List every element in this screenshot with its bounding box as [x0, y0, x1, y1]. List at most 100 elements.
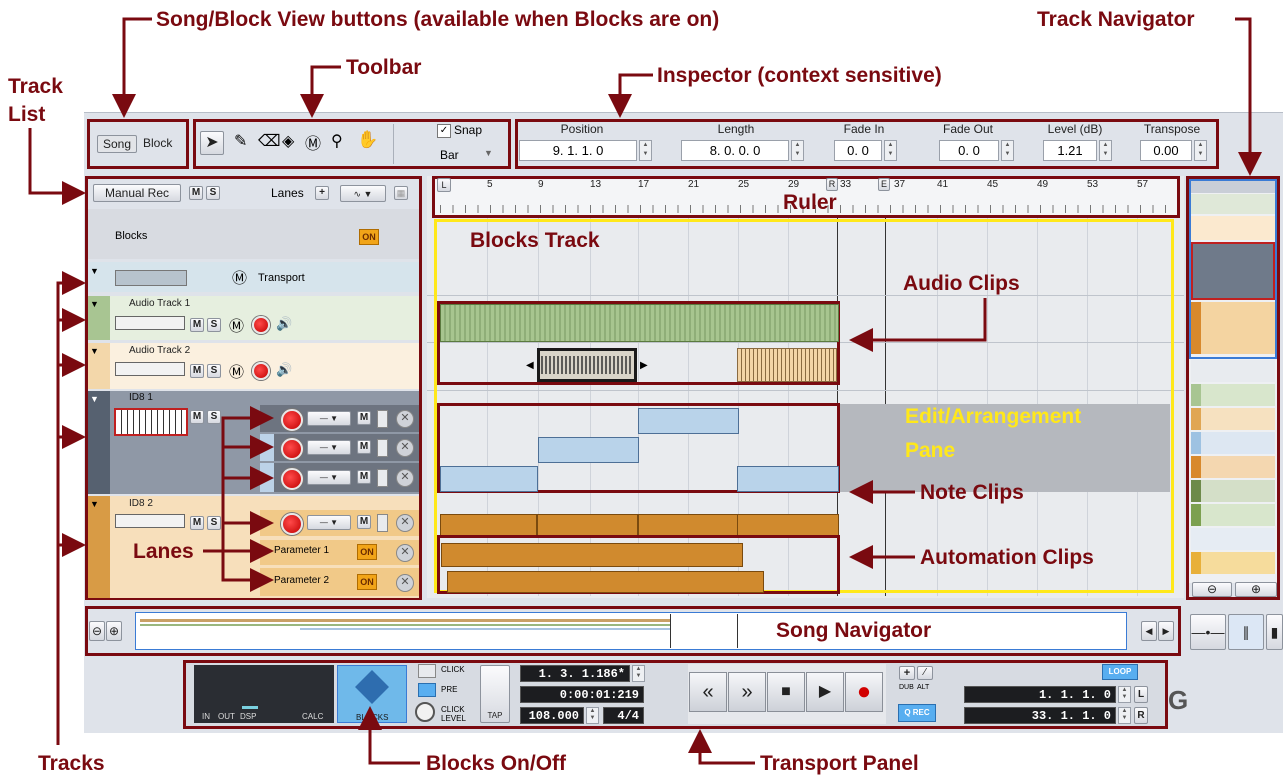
loop-left-button[interactable]: L: [1134, 686, 1148, 703]
loop-left-display[interactable]: 1. 1. 1. 0: [964, 686, 1116, 703]
volume-fader[interactable]: [115, 316, 185, 330]
nav-viewport[interactable]: [1189, 179, 1277, 359]
song-nav-left-icon[interactable]: ◀: [1141, 621, 1157, 641]
inspector-length-field[interactable]: 8. 0. 0. 0: [681, 140, 789, 161]
lane-record-button[interactable]: [281, 438, 303, 460]
song-view-button[interactable]: Song: [97, 135, 137, 153]
stop-button[interactable]: ■: [767, 672, 805, 712]
mute-button[interactable]: M: [190, 516, 204, 530]
song-nav-zoom-out-icon[interactable]: ⊖: [89, 621, 105, 641]
lanes-add-button[interactable]: +: [315, 186, 329, 200]
fast-forward-button[interactable]: »: [728, 672, 766, 712]
lane-level[interactable]: [377, 410, 388, 428]
inspector-transpose-field[interactable]: 0.00: [1140, 140, 1192, 161]
block-view-button[interactable]: Block: [143, 136, 172, 150]
param-1-on-badge[interactable]: ON: [357, 544, 377, 560]
nav-zoom-in-icon[interactable]: ⊕: [1235, 582, 1277, 597]
tempo-spinner[interactable]: ▲ ▼: [586, 707, 599, 724]
loop-toggle-button[interactable]: LOOP: [1102, 664, 1138, 680]
mute-button[interactable]: M: [190, 410, 204, 424]
fade-in-spinner[interactable]: ▲ ▼: [884, 140, 897, 161]
lane-record-button[interactable]: [281, 468, 303, 490]
solo-button[interactable]: S: [207, 364, 221, 378]
lane-record-button[interactable]: [281, 409, 303, 431]
length-spinner[interactable]: ▲ ▼: [791, 140, 804, 161]
zoom-tool-icon[interactable]: ⚲: [331, 131, 343, 151]
lane-level[interactable]: [377, 439, 388, 457]
lane-mute-button[interactable]: M: [357, 470, 371, 484]
note-clip-2[interactable]: [538, 437, 639, 463]
lane-input-select[interactable]: — ▼: [307, 411, 351, 426]
lane-remove-icon[interactable]: ✕: [396, 469, 414, 487]
lane-remove-icon[interactable]: ✕: [396, 410, 414, 428]
loop-right-marker[interactable]: R: [826, 178, 838, 191]
lane-record-button[interactable]: [281, 513, 303, 535]
lanes-mode-select[interactable]: ∿ ▼: [340, 185, 386, 202]
lane-remove-icon[interactable]: ✕: [396, 439, 414, 457]
lane-level[interactable]: [377, 514, 388, 532]
expand-arrow-icon[interactable]: ▼: [90, 299, 99, 309]
param-1-remove-icon[interactable]: ✕: [396, 544, 414, 562]
snap-dropdown-icon[interactable]: ▼: [484, 148, 493, 158]
paint-tool-icon[interactable]: ◈: [282, 131, 294, 151]
loop-right-spinner[interactable]: ▲ ▼: [1118, 707, 1131, 724]
input-monitor-icon[interactable]: Ⓜ: [229, 315, 244, 336]
lane-mute-button[interactable]: M: [357, 515, 371, 529]
volume-fader[interactable]: [115, 362, 185, 376]
song-nav-visible-range[interactable]: [140, 614, 671, 648]
id8-1-name[interactable]: ID8 1: [129, 392, 153, 403]
automation-clip-1[interactable]: [441, 543, 743, 567]
hand-tool-icon[interactable]: ✋: [357, 130, 378, 150]
song-nav-zoom-in-icon[interactable]: ⊕: [106, 621, 122, 641]
global-mute-button[interactable]: M: [189, 186, 203, 200]
tap-tempo-button[interactable]: TAP: [480, 665, 510, 723]
automation-clip-2[interactable]: [447, 571, 764, 593]
transport-mini-controls[interactable]: [115, 270, 187, 286]
audio-clip-1[interactable]: [440, 304, 839, 342]
param-2-remove-icon[interactable]: ✕: [396, 574, 414, 592]
waveform-zoom-medium-icon[interactable]: ∥: [1228, 614, 1264, 650]
eraser-tool-icon[interactable]: ⌫: [258, 131, 281, 151]
marker-tool-icon[interactable]: Ⓜ: [305, 130, 321, 154]
solo-button[interactable]: S: [207, 318, 221, 332]
click-toggle[interactable]: [418, 664, 436, 678]
lane-input-select[interactable]: — ▼: [307, 515, 351, 530]
loop-left-marker[interactable]: L: [437, 178, 451, 192]
mute-button[interactable]: M: [190, 318, 204, 332]
manual-rec-button[interactable]: Manual Rec: [93, 184, 181, 202]
record-arm-button[interactable]: [252, 362, 270, 380]
lanes-grid-icon[interactable]: ▦: [394, 186, 408, 200]
time-signature-display[interactable]: 4/4: [603, 707, 644, 724]
blocks-on-badge[interactable]: ON: [359, 229, 379, 245]
inspector-fade-in-field[interactable]: 0. 0: [834, 140, 882, 161]
nav-zoom-out-icon[interactable]: ⊖: [1192, 582, 1232, 597]
volume-fader[interactable]: [115, 514, 185, 528]
position-display[interactable]: 1. 3. 1.186*: [520, 665, 630, 682]
mute-button[interactable]: M: [190, 364, 204, 378]
loop-right-display[interactable]: 33. 1. 1. 0: [964, 707, 1116, 724]
transpose-spinner[interactable]: ▲ ▼: [1194, 140, 1207, 161]
level-spinner[interactable]: ▲ ▼: [1099, 140, 1112, 161]
inspector-level-field[interactable]: 1.21: [1043, 140, 1097, 161]
record-arm-button[interactable]: [252, 316, 270, 334]
tempo-display[interactable]: 108.000: [520, 707, 584, 724]
waveform-zoom-small-icon[interactable]: —•—: [1190, 614, 1226, 650]
quantize-record-button[interactable]: Q REC: [898, 704, 936, 722]
loop-left-spinner[interactable]: ▲ ▼: [1118, 686, 1131, 703]
lane-input-select[interactable]: — ▼: [307, 470, 351, 485]
lane-mute-button[interactable]: M: [357, 440, 371, 454]
lane-remove-icon[interactable]: ✕: [396, 514, 414, 532]
solo-button[interactable]: S: [207, 516, 221, 530]
expand-arrow-icon[interactable]: ▼: [90, 394, 99, 404]
clip-left-handle-icon[interactable]: ◀: [526, 360, 534, 371]
snap-value-select[interactable]: Bar: [440, 148, 459, 162]
rewind-button[interactable]: «: [689, 672, 727, 712]
alt-button[interactable]: ⁄: [917, 666, 933, 680]
inspector-position-field[interactable]: 9. 1. 1. 0: [519, 140, 637, 161]
param-2-on-badge[interactable]: ON: [357, 574, 377, 590]
note-clip-4[interactable]: [737, 466, 839, 492]
lane-mute-button[interactable]: M: [357, 411, 371, 425]
inspector-fade-out-field[interactable]: 0. 0: [939, 140, 999, 161]
audio-track-1-name[interactable]: Audio Track 1: [129, 298, 190, 309]
id8-2-name[interactable]: ID8 2: [129, 498, 153, 509]
